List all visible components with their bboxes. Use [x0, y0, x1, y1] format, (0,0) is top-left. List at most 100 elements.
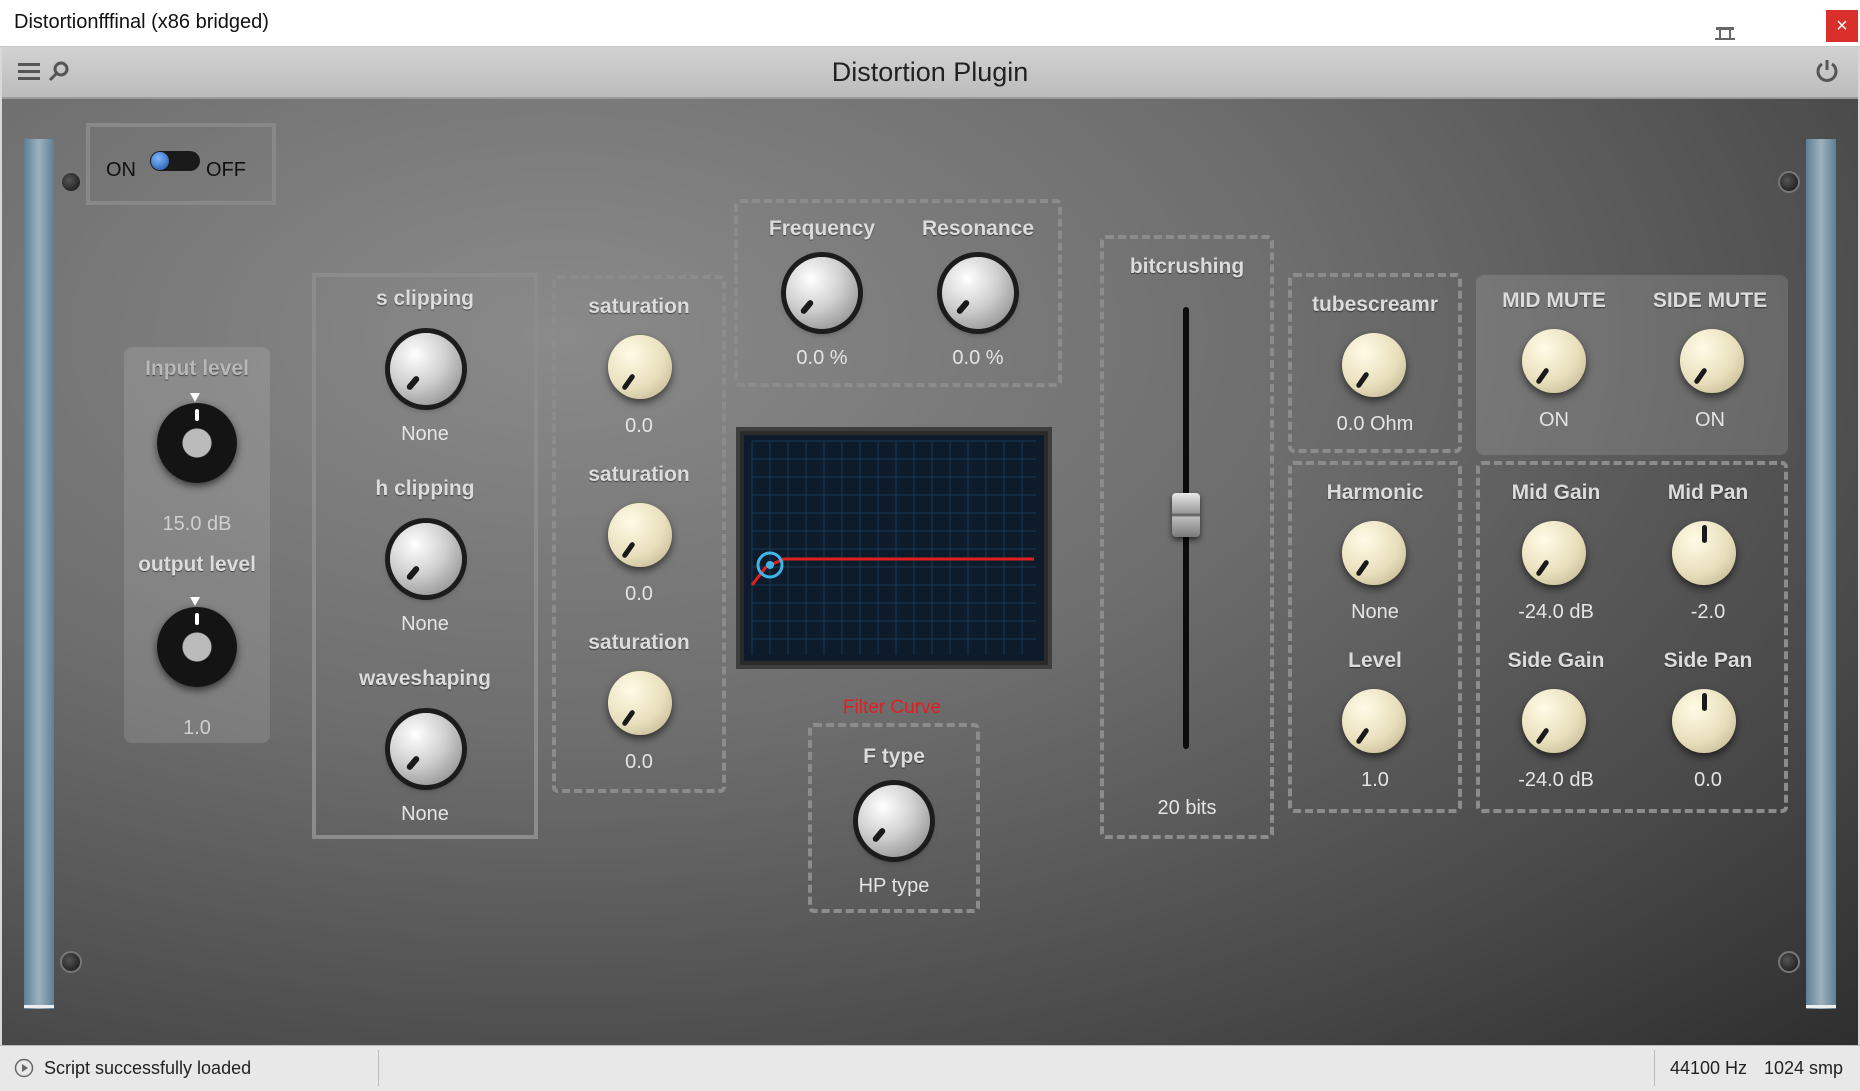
mid-pan-label: Mid Pan — [1667, 481, 1749, 504]
harmonic-value: None — [1351, 601, 1399, 623]
mid-gain-knob[interactable] — [1522, 521, 1586, 585]
level-value: 1.0 — [1361, 769, 1389, 791]
tubescreamer-value: 0.0 Ohm — [1336, 413, 1414, 435]
mid-mute-label: MID MUTE — [1502, 289, 1606, 312]
waveshaping-value: None — [401, 803, 449, 825]
plugin-header: Distortion Plugin — [2, 47, 1858, 99]
saturation-2-label: saturation — [588, 463, 690, 486]
filter-curve-graph[interactable] — [744, 435, 1044, 661]
mid-pan-knob[interactable] — [1672, 521, 1736, 585]
s-clipping-value: None — [401, 423, 449, 445]
ftype-label: F type — [863, 745, 925, 768]
tubescreamer-panel: tubescreamr 0.0 Ohm — [1288, 273, 1462, 453]
play-icon[interactable] — [14, 1058, 34, 1078]
power-toggle[interactable] — [150, 151, 200, 171]
screw — [60, 951, 82, 973]
s-clipping-label: s clipping — [375, 287, 474, 310]
left-meter-tick — [24, 1005, 54, 1008]
mid-pan-value: -2.0 — [1690, 601, 1726, 623]
ftype-panel: F type HP type — [808, 723, 980, 913]
mute-panel: MID MUTE ON SIDE MUTE ON — [1476, 275, 1788, 455]
off-label: OFF — [206, 159, 246, 181]
output-level-value: 1.0 — [183, 717, 211, 739]
screw — [1778, 171, 1800, 193]
window-title: Distortionfffinal (x86 bridged) — [14, 11, 269, 33]
status-message: Script successfully loaded — [44, 1058, 252, 1078]
bitcrushing-label: bitcrushing — [1129, 255, 1245, 278]
output-level-knob[interactable] — [157, 607, 237, 687]
filter-curve-label: Filter Curve — [842, 697, 942, 718]
right-level-meter — [1806, 139, 1836, 1009]
saturation-1-value: 0.0 — [625, 415, 653, 437]
pin-icon[interactable] — [1714, 26, 1736, 42]
mid-mute-knob[interactable] — [1522, 329, 1586, 393]
plugin-title: Distortion Plugin — [831, 57, 1029, 87]
plugin-body: ON OFF Input level 15.0 dB output level … — [2, 99, 1858, 1045]
saturation-3-knob[interactable] — [608, 671, 672, 735]
h-clipping-knob[interactable] — [390, 523, 462, 595]
input-level-label: Input level — [145, 357, 249, 380]
left-level-meter — [24, 139, 54, 1009]
power-icon[interactable] — [1814, 58, 1840, 84]
power-switch-panel: ON OFF — [86, 123, 276, 205]
status-divider — [378, 1050, 379, 1086]
ftype-value: HP type — [858, 875, 930, 897]
side-gain-knob[interactable] — [1522, 689, 1586, 753]
saturation-1-knob[interactable] — [608, 335, 672, 399]
side-mute-knob[interactable] — [1680, 329, 1744, 393]
output-level-label: output level — [138, 553, 256, 576]
bitcrushing-value: 20 bits — [1157, 797, 1217, 819]
side-mute-label: SIDE MUTE — [1652, 289, 1768, 312]
resonance-value: 0.0 % — [952, 347, 1004, 369]
side-gain-label: Side Gain — [1507, 649, 1605, 672]
saturation-2-knob[interactable] — [608, 503, 672, 567]
screw — [1778, 951, 1800, 973]
bitcrushing-slider-thumb[interactable] — [1172, 493, 1200, 537]
status-divider — [1654, 1050, 1655, 1086]
waveshaping-label: waveshaping — [359, 667, 491, 690]
saturation-2-value: 0.0 — [625, 583, 653, 605]
io-panel: Input level 15.0 dB output level 1.0 — [124, 347, 270, 743]
saturation-panel: saturation 0.0 saturation 0.0 saturation… — [552, 275, 726, 793]
side-pan-label: Side Pan — [1663, 649, 1753, 672]
level-knob[interactable] — [1342, 689, 1406, 753]
harmonic-label: Harmonic — [1326, 481, 1424, 504]
level-label: Level — [1348, 649, 1402, 672]
frequency-label: Frequency — [768, 217, 876, 240]
side-pan-knob[interactable] — [1672, 689, 1736, 753]
status-bar: Script successfully loaded 44100 Hz 1024… — [0, 1045, 1860, 1091]
right-meter-tick — [1806, 1005, 1836, 1008]
saturation-1-label: saturation — [588, 295, 690, 318]
input-dial-marker — [190, 393, 200, 402]
ftype-knob[interactable] — [858, 785, 930, 857]
waveshaping-knob[interactable] — [390, 713, 462, 785]
mid-gain-label: Mid Gain — [1511, 481, 1601, 504]
harmonic-knob[interactable] — [1342, 521, 1406, 585]
side-pan-value: 0.0 — [1694, 769, 1722, 791]
tubescreamer-knob[interactable] — [1342, 333, 1406, 397]
filter-curve-display[interactable] — [736, 427, 1052, 669]
side-gain-value: -24.0 dB — [1518, 769, 1594, 791]
frequency-knob[interactable] — [786, 257, 858, 329]
mid-gain-value: -24.0 dB — [1518, 601, 1594, 623]
input-level-value: 15.0 dB — [162, 513, 232, 535]
filter-controls-panel: Frequency 0.0 % Resonance 0.0 % — [734, 199, 1062, 387]
saturation-3-label: saturation — [588, 631, 690, 654]
harmonic-panel: Harmonic None Level 1.0 — [1288, 461, 1462, 813]
screw — [60, 171, 82, 193]
mid-mute-value: ON — [1539, 409, 1569, 431]
resonance-label: Resonance — [921, 217, 1035, 240]
tubescreamer-label: tubescreamr — [1311, 293, 1439, 316]
s-clipping-knob[interactable] — [390, 333, 462, 405]
sample-rate: 44100 Hz — [1670, 1058, 1748, 1078]
input-level-knob[interactable] — [157, 403, 237, 483]
h-clipping-label: h clipping — [375, 477, 475, 500]
toggle-thumb — [151, 152, 169, 170]
resonance-knob[interactable] — [942, 257, 1014, 329]
buffer-size: 1024 smp — [1764, 1058, 1844, 1078]
on-label: ON — [106, 159, 136, 181]
close-button[interactable]: × — [1826, 10, 1858, 42]
side-mute-value: ON — [1695, 409, 1725, 431]
h-clipping-value: None — [401, 613, 449, 635]
frequency-value: 0.0 % — [796, 347, 848, 369]
